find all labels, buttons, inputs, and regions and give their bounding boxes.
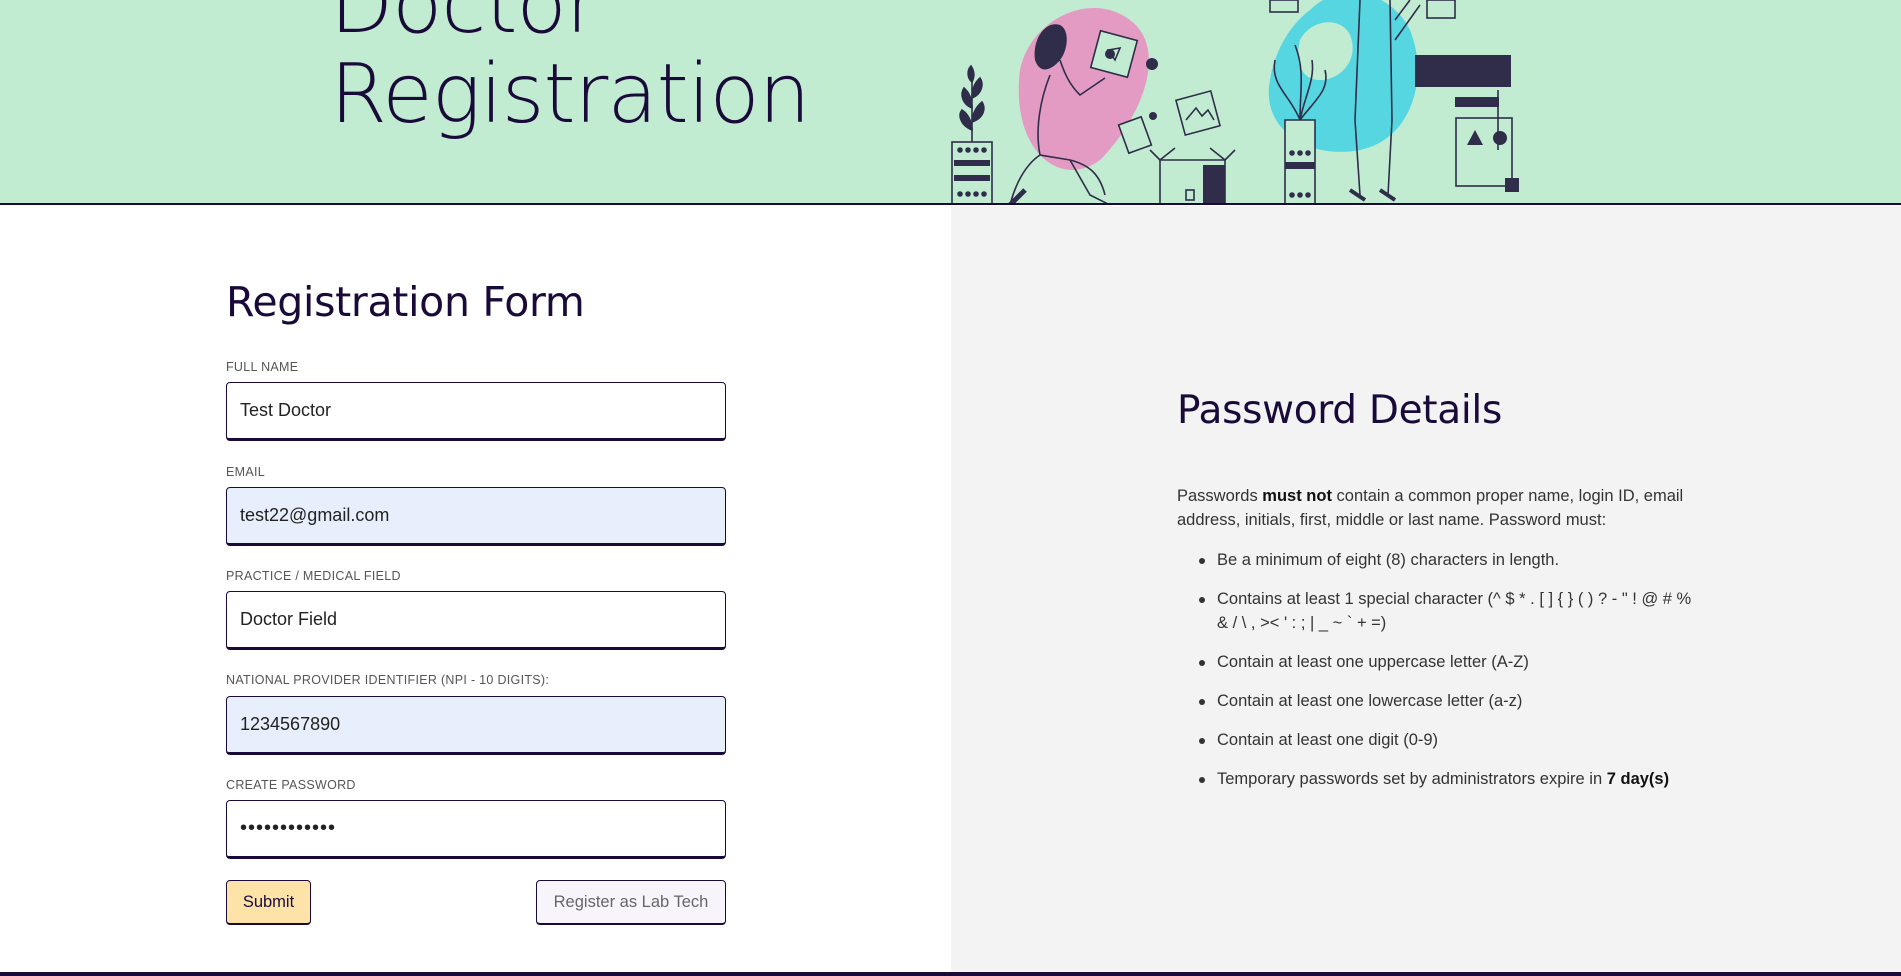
page-title: Doctor Registration (330, 0, 811, 142)
practice-field-input[interactable]: Doctor Field (226, 591, 726, 650)
last-rule-text: Temporary passwords set by administrator… (1217, 770, 1607, 788)
plant-pot-left-icon (951, 64, 993, 203)
npi-input[interactable]: 1234567890 (226, 696, 726, 755)
dark-bar (1415, 55, 1511, 87)
password-rules-list: Be a minimum of eight (8) characters in … (1199, 548, 1697, 806)
submit-button[interactable]: Submit (226, 880, 311, 925)
register-lab-tech-button[interactable]: Register as Lab Tech (536, 880, 726, 925)
password-label: CREATE PASSWORD (226, 778, 356, 792)
full-name-label: FULL NAME (226, 360, 299, 374)
list-item: Contains at least 1 special character (^… (1199, 587, 1697, 635)
last-rule-bold: 7 day(s) (1606, 770, 1670, 788)
password-details-title: Password Details (1177, 388, 1502, 433)
full-name-input[interactable]: Test Doctor (226, 382, 726, 441)
list-item: Temporary passwords set by administrator… (1199, 767, 1697, 791)
shapes-frame-icon (1455, 117, 1513, 187)
npi-label: NATIONAL PROVIDER IDENTIFIER (NPI - 10 D… (226, 673, 550, 687)
password-intro: Passwords must not contain a common prop… (1177, 484, 1697, 532)
hero-illustration (951, 0, 1519, 203)
password-input[interactable]: •••••••••••• (226, 800, 726, 859)
practice-field-label: PRACTICE / MEDICAL FIELD (226, 569, 401, 583)
list-item: Contain at least one digit (0-9) (1199, 728, 1697, 752)
email-label: EMAIL (226, 465, 266, 479)
box-icon (1149, 147, 1236, 203)
page-title-line-2: Registration (330, 47, 811, 142)
form-title: Registration Form (226, 278, 585, 326)
registration-form-panel: Registration Form FULL NAME Test Doctor … (0, 206, 951, 976)
intro-text-pre: Passwords (1177, 487, 1263, 505)
list-item: Contain at least one uppercase letter (A… (1199, 650, 1697, 674)
page-title-line-1: Doctor (330, 0, 599, 52)
list-item: Contain at least one lowercase letter (a… (1199, 689, 1697, 713)
image-frame-icon (1174, 89, 1222, 137)
intro-text-bold: must not (1262, 487, 1332, 505)
bottom-divider (0, 972, 1901, 976)
hero-banner: Doctor Registration (0, 0, 1901, 205)
list-item: Be a minimum of eight (8) characters in … (1199, 548, 1697, 572)
password-details-panel: Password Details Passwords must not cont… (951, 206, 1901, 976)
email-field[interactable]: test22@gmail.com (226, 487, 726, 546)
